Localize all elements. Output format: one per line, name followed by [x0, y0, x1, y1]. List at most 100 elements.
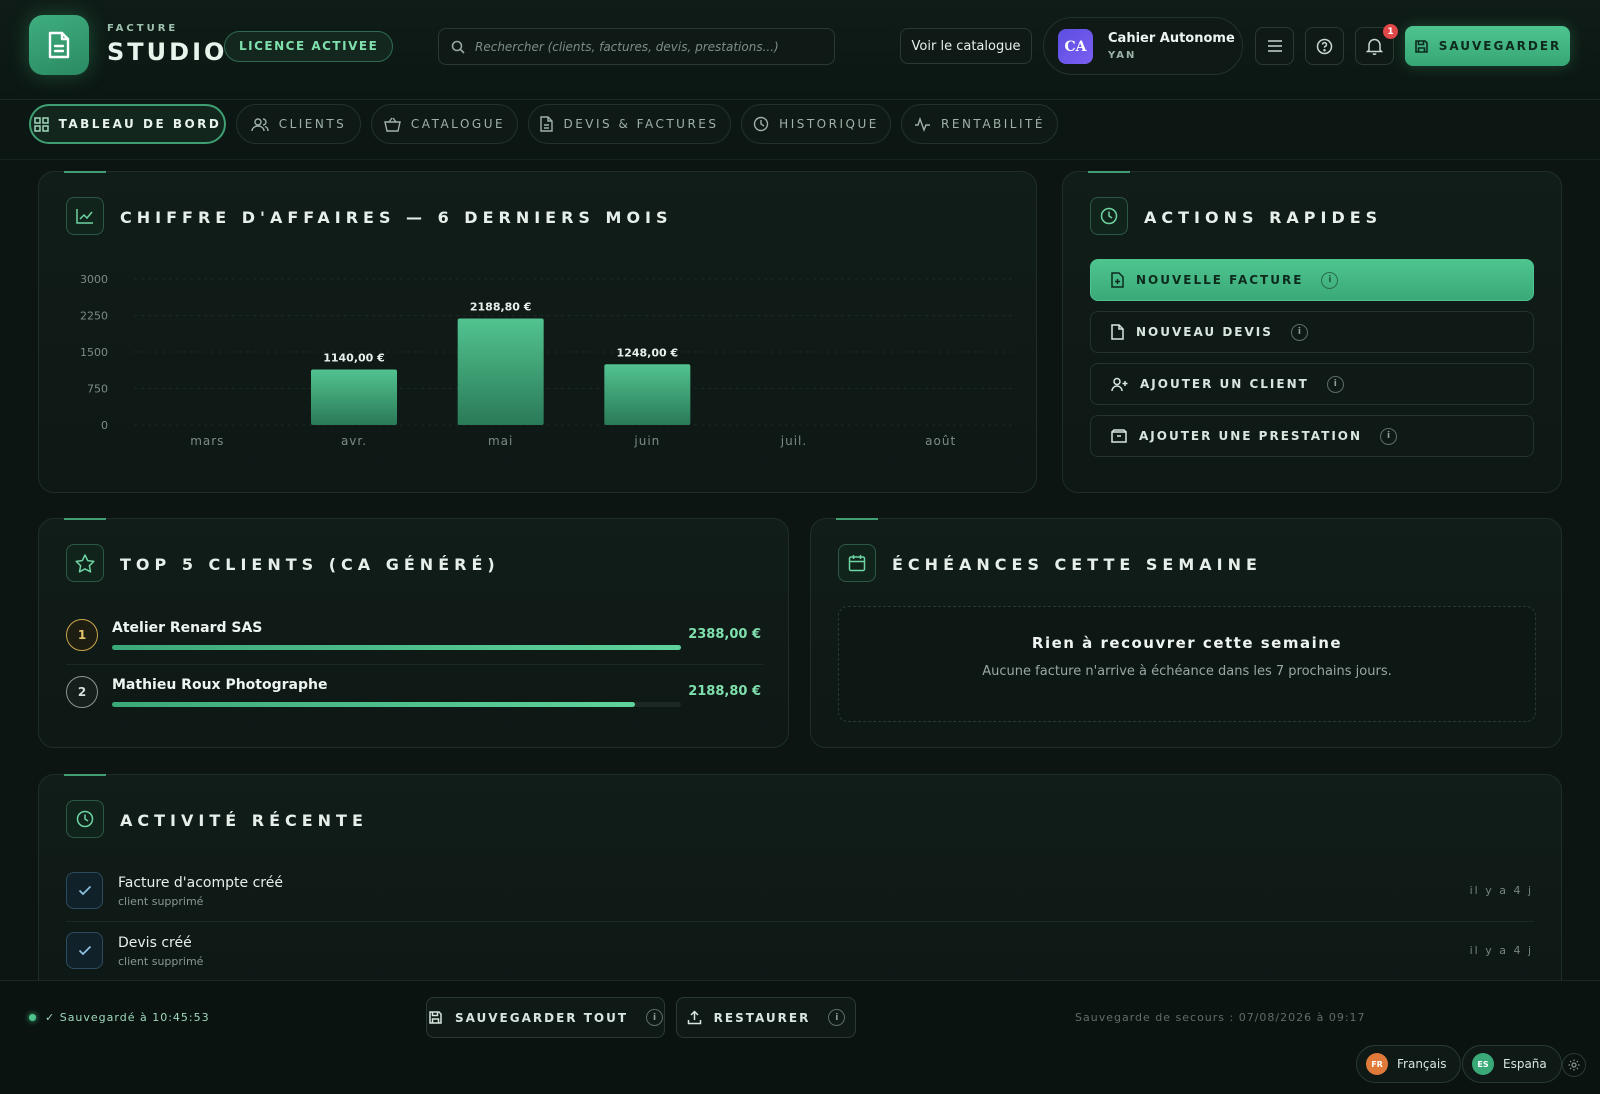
star-icon — [75, 553, 95, 573]
language-fr-button[interactable]: FR Français — [1356, 1045, 1462, 1083]
menu-button[interactable] — [1255, 27, 1294, 65]
qa-label: AJOUTER UNE PRESTATION — [1139, 429, 1363, 443]
quick-actions-icon-box — [1090, 197, 1128, 235]
client-bar-track-2 — [112, 702, 681, 707]
menu-icon — [1267, 40, 1282, 52]
tab-label: CATALOGUE — [410, 117, 506, 131]
tab-clients[interactable]: CLIENTS — [236, 104, 361, 144]
check-icon — [78, 945, 91, 956]
x-tick-label: juil. — [780, 434, 807, 448]
activity-title: ACTIVITÉ RÉCENTE — [120, 811, 368, 830]
view-catalog-button[interactable]: Voir le catalogue — [900, 28, 1032, 64]
avatar: CA — [1058, 29, 1093, 64]
notification-badge: 1 — [1383, 24, 1398, 39]
info-icon[interactable]: i — [1290, 323, 1308, 341]
saved-status: ✓ Sauvegardé à 10:45:53 — [45, 1011, 210, 1024]
gear-icon — [1568, 1059, 1580, 1071]
info-icon[interactable]: i — [828, 1009, 846, 1026]
user-profile[interactable]: CA Cahier Autonome YAN — [1043, 17, 1243, 75]
users-icon — [250, 117, 269, 131]
bar-avr. — [311, 369, 397, 425]
box-icon — [1111, 429, 1127, 443]
add-client-button[interactable]: AJOUTER UN CLIENT i — [1090, 363, 1534, 405]
x-tick-label: avr. — [341, 434, 367, 448]
y-tick-label: 1500 — [80, 346, 108, 359]
brand-subtitle: FACTURE — [107, 23, 179, 34]
qa-label: AJOUTER UN CLIENT — [1140, 377, 1309, 391]
tab-profitability[interactable]: RENTABILITÉ — [901, 104, 1058, 144]
save-all-label: SAUVEGARDER TOUT — [454, 1010, 629, 1025]
bar-value-label: 2188,80 € — [470, 300, 532, 313]
y-tick-label: 2250 — [80, 310, 108, 323]
save-all-button[interactable]: SAUVEGARDER TOUT i — [426, 997, 665, 1038]
search-box[interactable] — [438, 28, 835, 65]
activity-status-icon — [66, 932, 103, 969]
brand-title: STUDIO — [107, 38, 228, 66]
restore-button[interactable]: RESTAURER i — [676, 997, 856, 1038]
y-tick-label: 750 — [87, 383, 108, 396]
tab-label: TABLEAU DE BORD — [58, 117, 222, 131]
new-quote-button[interactable]: NOUVEAU DEVIS i — [1090, 311, 1534, 353]
info-icon[interactable]: i — [1321, 271, 1339, 289]
clock-icon — [76, 810, 94, 828]
client-name-2[interactable]: Mathieu Roux Photographe — [112, 677, 327, 693]
qa-label: NOUVEAU DEVIS — [1136, 325, 1273, 339]
notifications-button[interactable]: 1 — [1355, 24, 1398, 65]
user-subtitle: YAN — [1108, 50, 1137, 61]
info-icon[interactable]: i — [646, 1009, 664, 1026]
top-bar: FACTURE STUDIO LICENCE ACTIVEE Voir le c… — [0, 0, 1600, 100]
add-service-button[interactable]: AJOUTER UNE PRESTATION i — [1090, 415, 1534, 457]
tab-label: HISTORIQUE — [779, 117, 879, 131]
bar-value-label: 1140,00 € — [323, 352, 385, 365]
quick-actions-title: ACTIONS RAPIDES — [1144, 208, 1383, 227]
document-icon — [540, 116, 554, 132]
restore-label: RESTAURER — [713, 1010, 811, 1025]
deadlines-empty-state: Rien à recouvrer cette semaine Aucune fa… — [838, 606, 1536, 722]
settings-button[interactable] — [1562, 1053, 1586, 1077]
info-icon[interactable]: i — [1380, 427, 1398, 445]
grid-icon — [33, 116, 49, 132]
info-icon[interactable]: i — [1326, 375, 1344, 393]
activity-status-icon — [66, 872, 103, 909]
es-flag-icon: ES — [1472, 1053, 1494, 1075]
client-amount-1: 2388,00 € — [688, 627, 761, 642]
nav-bar: TABLEAU DE BORD CLIENTS CATALOGUE DEVIS … — [0, 100, 1600, 160]
y-tick-label: 3000 — [80, 273, 108, 286]
x-tick-label: mai — [488, 434, 513, 448]
activity-time-1: il y a 4 j — [1469, 884, 1533, 897]
rank-badge-2: 2 — [66, 676, 98, 708]
tab-dashboard[interactable]: TABLEAU DE BORD — [29, 104, 226, 144]
search-input[interactable] — [475, 39, 825, 54]
tab-history[interactable]: HISTORIQUE — [741, 104, 891, 144]
card-accent-line — [64, 171, 106, 173]
save-button-label: SAUVEGARDER — [1438, 39, 1562, 53]
chart-icon-box — [66, 197, 104, 235]
deadlines-icon-box — [838, 544, 876, 582]
revenue-title: CHIFFRE D'AFFAIRES — 6 DERNIERS MOIS — [120, 208, 673, 227]
save-button[interactable]: SAUVEGARDER — [1405, 26, 1570, 66]
tab-catalog[interactable]: CATALOGUE — [371, 104, 518, 144]
y-tick-label: 0 — [101, 419, 108, 432]
new-invoice-button[interactable]: NOUVELLE FACTURE i — [1090, 259, 1534, 301]
x-tick-label: mars — [190, 434, 224, 448]
language-label: España — [1503, 1057, 1547, 1071]
clock-icon — [1100, 207, 1118, 225]
app-logo — [29, 15, 89, 75]
divider — [66, 921, 1534, 922]
language-es-button[interactable]: ES España — [1462, 1045, 1562, 1083]
tab-quotes-invoices[interactable]: DEVIS & FACTURES — [528, 104, 731, 144]
client-name-1[interactable]: Atelier Renard SAS — [112, 620, 262, 636]
bar-mai — [457, 318, 544, 425]
card-accent-line — [1088, 171, 1130, 173]
help-button[interactable] — [1305, 27, 1344, 65]
floppy-icon — [429, 1011, 442, 1024]
qa-label: NOUVELLE FACTURE — [1136, 273, 1304, 287]
pulse-icon — [915, 116, 931, 132]
x-tick-label: juin — [633, 434, 660, 448]
check-icon — [78, 885, 91, 896]
empty-title: Rien à recouvrer cette semaine — [1031, 634, 1343, 652]
activity-icon-box — [66, 800, 104, 838]
empty-text: Aucune facture n'arrive à échéance dans … — [982, 664, 1392, 679]
footer-bar: ✓ Sauvegardé à 10:45:53 SAUVEGARDER TOUT… — [0, 980, 1600, 1094]
language-label: Français — [1397, 1057, 1447, 1071]
